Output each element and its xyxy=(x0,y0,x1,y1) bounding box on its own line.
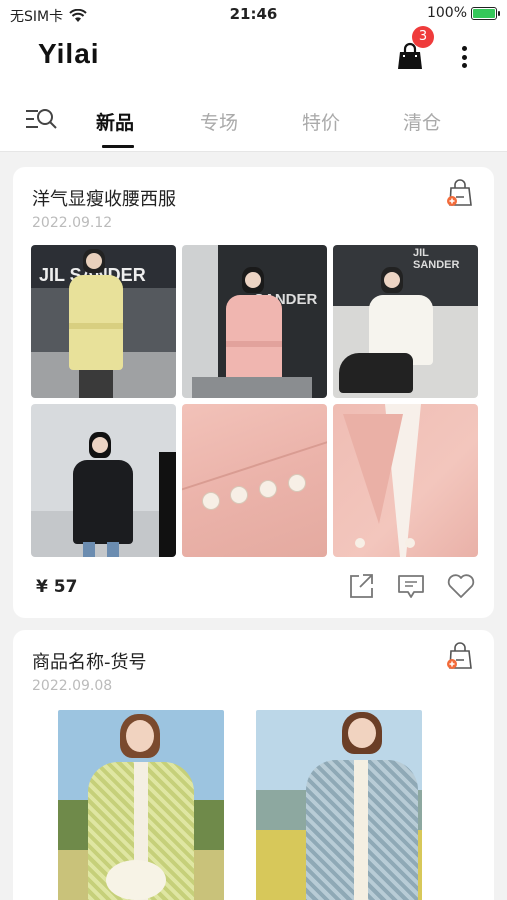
cart-count-badge: 3 xyxy=(412,26,434,48)
comment-icon[interactable] xyxy=(396,571,426,601)
tab-sale[interactable]: 特价 xyxy=(302,108,340,135)
battery-icon xyxy=(471,6,500,20)
white-blazer-photo[interactable]: JIL SANDER xyxy=(333,245,478,398)
green-cardigan-photo[interactable] xyxy=(58,710,224,900)
tab-new[interactable]: 新品 xyxy=(96,108,134,135)
app-logo: Yilai xyxy=(38,38,100,69)
more-options-button[interactable] xyxy=(454,44,474,70)
black-blazer-photo[interactable] xyxy=(31,404,176,557)
post-date: 2022.09.12 xyxy=(32,215,113,231)
product-image-grid: JIL SANDER SANDER JIL SANDER xyxy=(31,245,478,557)
tab-clearance[interactable]: 清仓 xyxy=(403,108,441,135)
product-card: 商品名称-货号 2022.09.08 xyxy=(13,630,494,900)
share-icon[interactable] xyxy=(346,571,376,601)
product-image-grid xyxy=(58,710,422,900)
app-header: Yilai 3 xyxy=(0,26,507,90)
product-title: 商品名称-货号 xyxy=(32,652,147,673)
active-tab-indicator xyxy=(102,145,134,148)
product-title: 洋气显瘦收腰西服 xyxy=(32,189,176,210)
yellow-blazer-photo[interactable]: JIL SANDER xyxy=(31,245,176,398)
search-filter-icon[interactable] xyxy=(24,106,58,132)
add-to-cart-icon[interactable] xyxy=(446,642,474,670)
post-date: 2022.09.08 xyxy=(32,678,113,694)
product-card: 洋气显瘦收腰西服 2022.09.12 JIL SANDER SANDER xyxy=(13,167,494,618)
pink-sleeve-button-detail[interactable] xyxy=(182,404,327,557)
add-to-cart-icon[interactable] xyxy=(446,179,474,207)
status-bar: 无SIM卡 21:46 100% xyxy=(0,0,507,30)
heart-icon[interactable] xyxy=(446,571,476,601)
pink-blazer-photo[interactable]: SANDER xyxy=(182,245,327,398)
blue-cardigan-photo[interactable] xyxy=(256,710,422,900)
pink-lapel-detail[interactable] xyxy=(333,404,478,557)
tab-special[interactable]: 专场 xyxy=(200,108,238,135)
battery-percent: 100% xyxy=(426,5,467,21)
card-actions xyxy=(346,571,476,601)
product-price: ¥ 57 xyxy=(36,577,78,597)
category-tabs: 新品 专场 特价 清仓 xyxy=(0,90,507,152)
